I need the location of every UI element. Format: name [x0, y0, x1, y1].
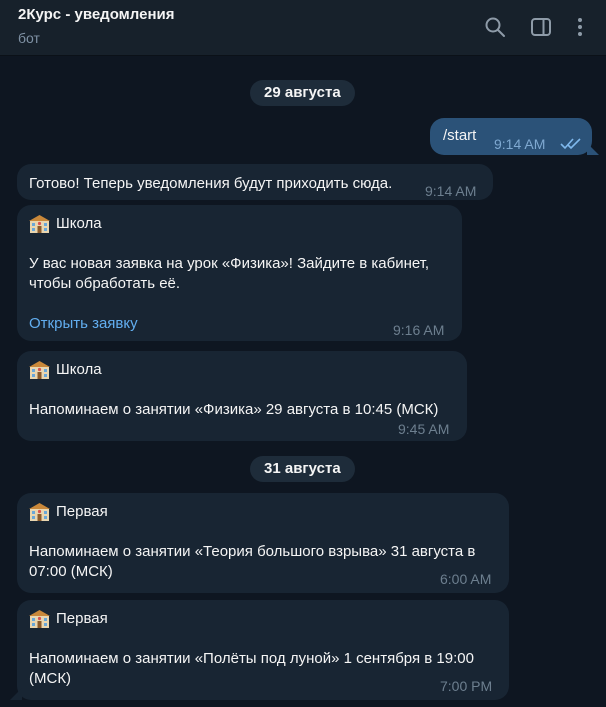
chat-subtitle: бот — [18, 30, 40, 46]
school-building-icon — [29, 503, 50, 521]
incoming-message[interactable]: Школа Напоминаем о занятии «Физика» 29 а… — [17, 351, 467, 441]
date-separator: 29 августа — [250, 80, 355, 106]
school-building-icon — [29, 361, 50, 379]
message-time: 9:14 AM — [425, 183, 477, 199]
bubble-tail — [10, 688, 22, 700]
sender-name: Первая — [56, 503, 108, 520]
message-header: Первая — [29, 502, 108, 522]
sender-name: Первая — [56, 610, 108, 627]
read-checks-icon — [560, 136, 582, 156]
message-time: 9:45 AM — [398, 421, 450, 437]
incoming-message[interactable]: Школа У вас новая заявка на урок «Физика… — [17, 205, 462, 341]
message-time: 9:14 AM — [494, 136, 546, 152]
message-time: 7:00 PM — [440, 678, 493, 694]
message-header: Школа — [29, 214, 102, 234]
message-header: Первая — [29, 609, 108, 629]
message-text: /start — [443, 127, 477, 144]
date-separator: 31 августа — [250, 456, 355, 482]
message-header: Школа — [29, 360, 102, 380]
open-request-link[interactable]: Открыть заявку — [29, 314, 138, 334]
sidebar-toggle-icon[interactable] — [528, 14, 554, 40]
chat-title[interactable]: 2Курс - уведомления — [18, 6, 174, 23]
message-line: У вас новая заявка на урок «Физика»! Зай… — [29, 255, 430, 272]
message-time: 6:00 AM — [440, 571, 492, 587]
chat-header: 2Курс - уведомления бот — [0, 0, 606, 56]
message-line: чтобы обработать её. — [29, 275, 181, 292]
incoming-message[interactable]: Готово! Теперь уведомления будут приходи… — [17, 164, 493, 200]
incoming-message[interactable]: Первая Напоминаем о занятии «Полёты под … — [10, 600, 509, 700]
more-vertical-icon[interactable] — [567, 14, 593, 40]
message-line: Напоминаем о занятии «Полёты под луной» … — [29, 650, 474, 667]
search-icon[interactable] — [482, 14, 508, 40]
sender-name: Школа — [56, 361, 102, 378]
bubble-tail — [587, 143, 599, 155]
message-line: Напоминаем о занятии «Физика» 29 августа… — [29, 401, 439, 418]
message-line: 07:00 (МСК) — [29, 563, 113, 580]
incoming-message[interactable]: Первая Напоминаем о занятии «Теория боль… — [17, 493, 509, 593]
message-list[interactable]: 29 августа /start 9:14 AM Готово! Теперь… — [0, 57, 606, 707]
school-building-icon — [29, 610, 50, 628]
sender-name: Школа — [56, 215, 102, 232]
message-line: (МСК) — [29, 670, 72, 687]
school-building-icon — [29, 215, 50, 233]
outgoing-message[interactable]: /start 9:14 AM — [430, 118, 599, 156]
message-text: Готово! Теперь уведомления будут приходи… — [29, 175, 393, 192]
message-time: 9:16 AM — [393, 322, 445, 338]
message-line: Напоминаем о занятии «Теория большого вз… — [29, 543, 476, 560]
